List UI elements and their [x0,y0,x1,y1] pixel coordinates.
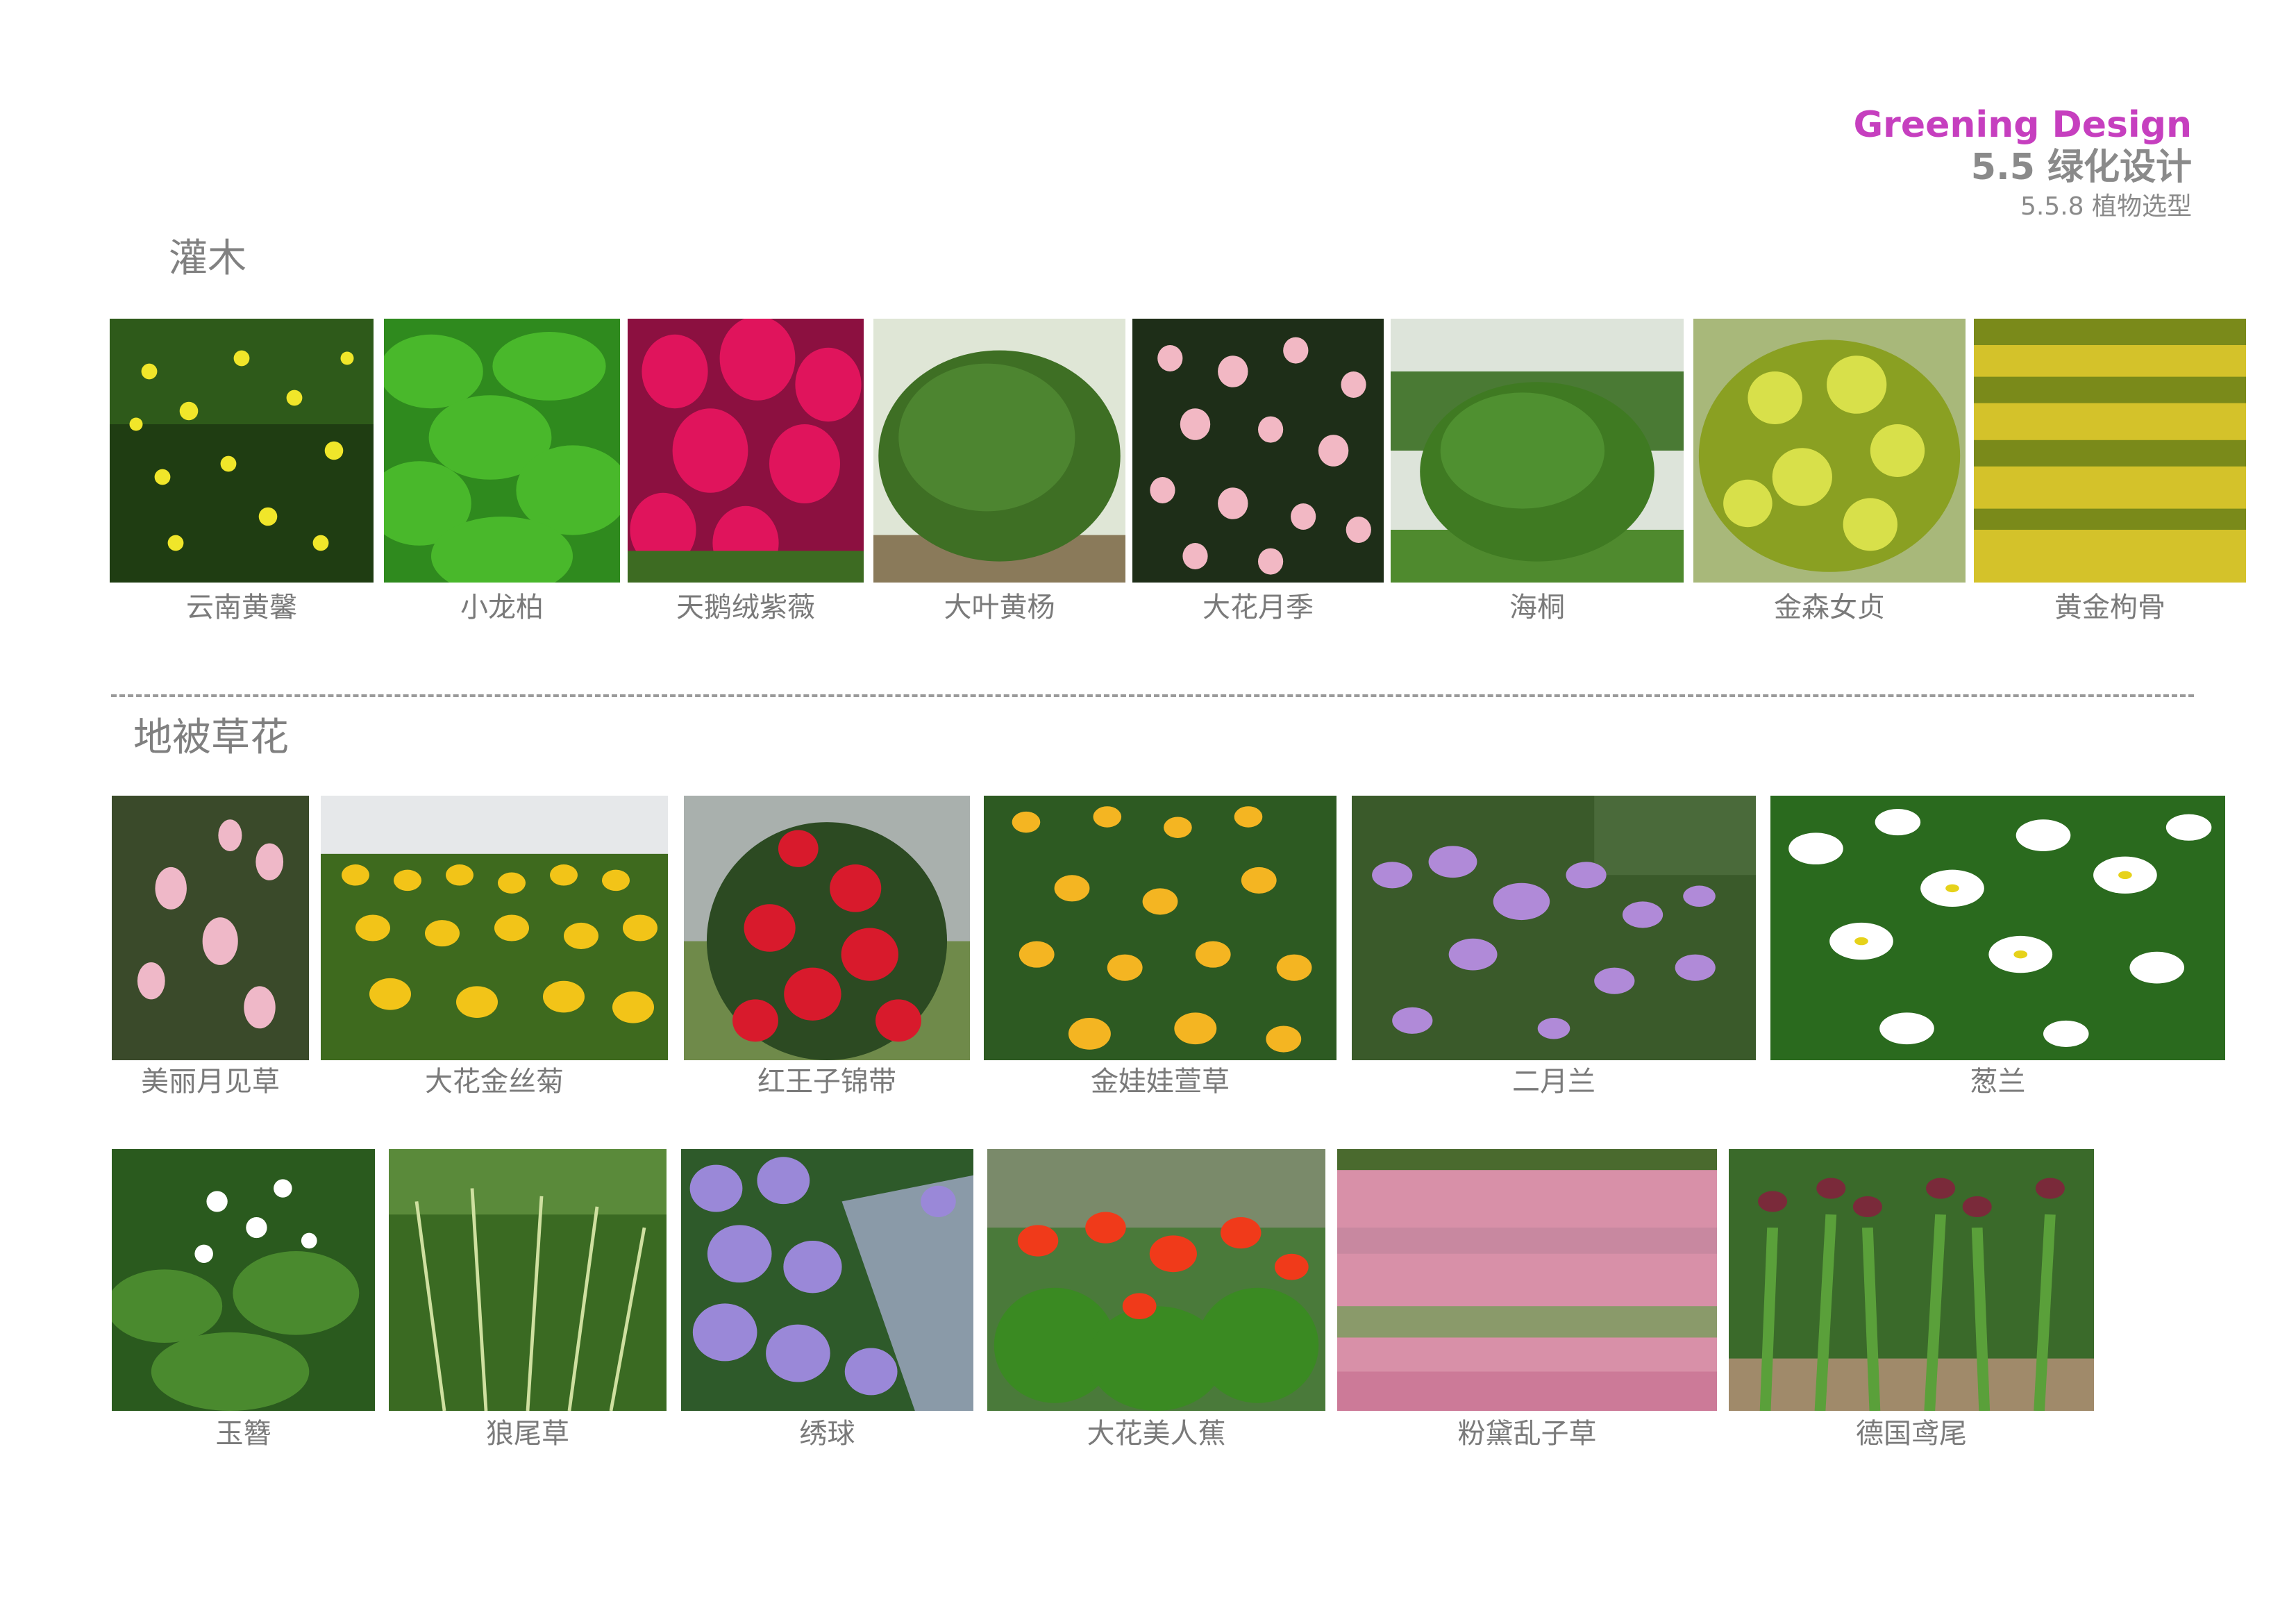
plant-card: 天鹅绒紫薇 [628,319,864,628]
plant-name: 美丽月见草 [141,1066,280,1098]
plant-name: 大叶黄杨 [944,592,1055,623]
rose-shrub-photo [1132,319,1384,583]
plant-name: 德国鸢尾 [1856,1418,1967,1450]
plant-name: 葱兰 [1970,1066,2026,1098]
groundcover-section-title: 地被草花 [133,715,289,760]
plant-name: 小龙柏 [460,592,544,623]
plant-card: 大花月季 [1132,319,1384,628]
plant-card: 粉黛乱子草 [1337,1149,1717,1455]
plant-name: 狼尾草 [486,1418,569,1450]
plant-name: 红王子锦带 [757,1066,896,1098]
boxwood-ball-photo [873,319,1125,583]
plant-name: 粉黛乱子草 [1457,1418,1597,1450]
zephyranthes-photo [1770,796,2225,1060]
plant-card: 葱兰 [1770,796,2225,1101]
coreopsis-photo [321,796,668,1060]
plant-card: 小龙柏 [384,319,620,628]
plant-card: 海桐 [1391,319,1684,628]
golden-holly-photo [1974,319,2246,583]
evening-primrose-photo [112,796,309,1060]
plant-name: 海桐 [1509,592,1565,623]
page-header: Greening Design 5.5 绿化设计 5.5.8 植物选型 [1854,104,2193,225]
canna-photo [987,1149,1325,1411]
orychophragmus-photo [1352,796,1756,1060]
plant-name: 大花美人蕉 [1087,1418,1226,1450]
plant-card: 绣球 [681,1149,973,1455]
section-subtitle: 5.5.8 植物选型 [2020,192,2192,221]
shrubs-section-title: 灌木 [169,236,246,281]
crape-myrtle-photo [628,319,864,583]
plant-card: 金娃娃萱草 [984,796,1336,1101]
plant-card: 云南黄馨 [110,319,374,628]
plant-name: 大花金丝菊 [425,1066,564,1098]
weigela-photo [684,796,970,1060]
plant-name: 二月兰 [1512,1066,1595,1098]
title-cn: 5.5 绿化设计 [1970,147,2192,188]
plant-card: 大花美人蕉 [987,1149,1325,1455]
plant-card: 玉簪 [112,1149,375,1455]
juniper-photo [384,319,620,583]
hosta-photo [112,1149,375,1411]
plant-card: 二月兰 [1352,796,1756,1101]
plant-name: 天鹅绒紫薇 [676,592,815,623]
section-divider [111,694,2194,697]
plant-name: 金娃娃萱草 [1091,1066,1230,1098]
daylily-photo [984,796,1336,1060]
plant-card: 大花金丝菊 [321,796,668,1101]
plant-card: 美丽月见草 [112,796,309,1101]
pittosporum-ball-photo [1391,319,1684,583]
plant-name: 大花月季 [1203,592,1314,623]
plant-name: 玉簪 [215,1418,271,1450]
plant-card: 德国鸢尾 [1729,1149,2094,1455]
plant-name: 绣球 [799,1418,855,1450]
plant-name: 金森女贞 [1774,592,1885,623]
plant-card: 红王子锦带 [684,796,970,1101]
plant-card: 狼尾草 [389,1149,667,1455]
plant-card: 金森女贞 [1693,319,1966,628]
plant-name: 黄金枸骨 [2054,592,2165,623]
hydrangea-photo [681,1149,973,1411]
title-en: Greening Design [1853,104,2193,146]
yellow-jasmine-photo [110,319,374,583]
golden-privet-photo [1693,319,1966,583]
plant-card: 大叶黄杨 [873,319,1125,628]
pink-muhly-photo [1337,1149,1717,1411]
fountain-grass-photo [389,1149,667,1411]
plant-card: 黄金枸骨 [1974,319,2246,628]
plant-name: 云南黄馨 [186,592,297,623]
bearded-iris-photo [1729,1149,2094,1411]
